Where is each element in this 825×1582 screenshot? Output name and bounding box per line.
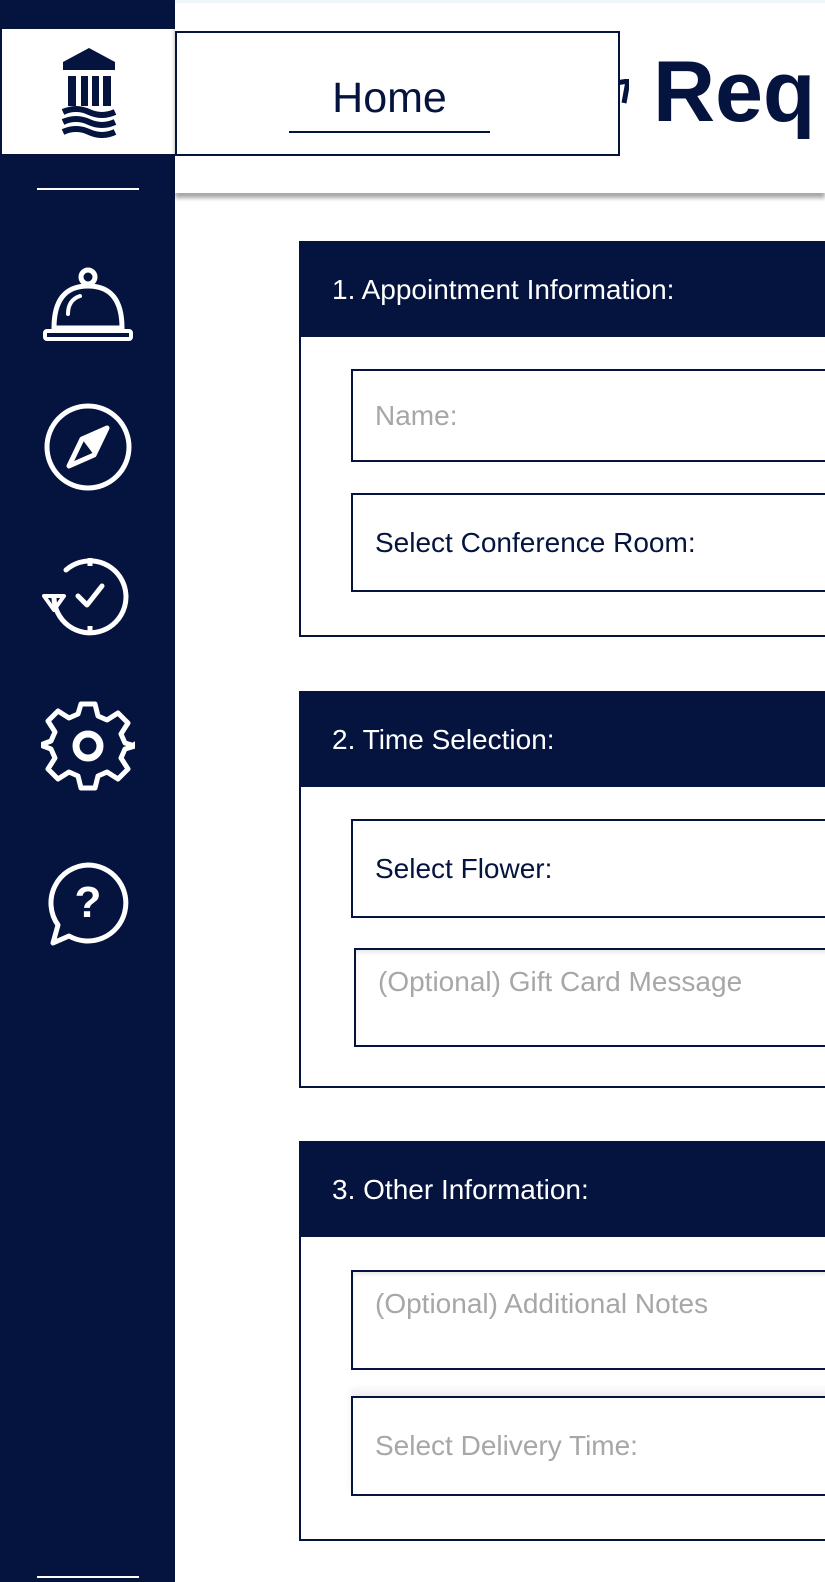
home-tab-container: Home xyxy=(175,31,620,156)
app-window: ? Req Home 1. Appointment Information: N… xyxy=(0,0,825,1582)
section-other-info: 3. Other Information: (Optional) Additio… xyxy=(299,1141,825,1541)
section-title: 2. Time Selection: xyxy=(301,693,825,787)
logo-box[interactable] xyxy=(2,29,175,154)
section-title: 3. Other Information: xyxy=(301,1143,825,1237)
nav-history[interactable] xyxy=(40,548,136,644)
sidebar: ? xyxy=(0,0,175,1582)
institution-logo-icon xyxy=(61,47,116,138)
flower-select[interactable]: Select Flower: xyxy=(351,819,825,918)
history-check-icon xyxy=(42,558,129,636)
compass-icon xyxy=(44,403,132,491)
section-time-selection: 2. Time Selection: Select Flower: (Optio… xyxy=(299,691,825,1088)
sidebar-divider xyxy=(37,188,139,190)
page-title: Req xyxy=(653,44,816,140)
gift-card-message-input[interactable]: (Optional) Gift Card Message xyxy=(354,948,825,1047)
nav-explore[interactable] xyxy=(40,399,136,495)
delivery-time-select[interactable]: Select Delivery Time: xyxy=(351,1396,825,1496)
service-bell-icon xyxy=(43,267,133,341)
help-question-icon: ? xyxy=(48,862,129,946)
top-header: Req Home xyxy=(175,0,825,193)
nav-settings[interactable] xyxy=(40,697,136,793)
conference-room-select[interactable]: Select Conference Room: xyxy=(351,493,825,592)
home-tab[interactable]: Home xyxy=(289,69,490,133)
nav-help[interactable]: ? xyxy=(40,856,136,952)
section-appointment-info: 1. Appointment Information: Name: Select… xyxy=(299,241,825,637)
name-input[interactable]: Name: xyxy=(351,369,825,462)
section-title: 1. Appointment Information: xyxy=(301,243,825,337)
sidebar-bottom-divider xyxy=(37,1576,139,1578)
settings-gear-icon xyxy=(41,701,135,791)
additional-notes-input[interactable]: (Optional) Additional Notes xyxy=(351,1270,825,1370)
svg-text:?: ? xyxy=(75,878,102,927)
nav-concierge[interactable] xyxy=(40,257,136,353)
